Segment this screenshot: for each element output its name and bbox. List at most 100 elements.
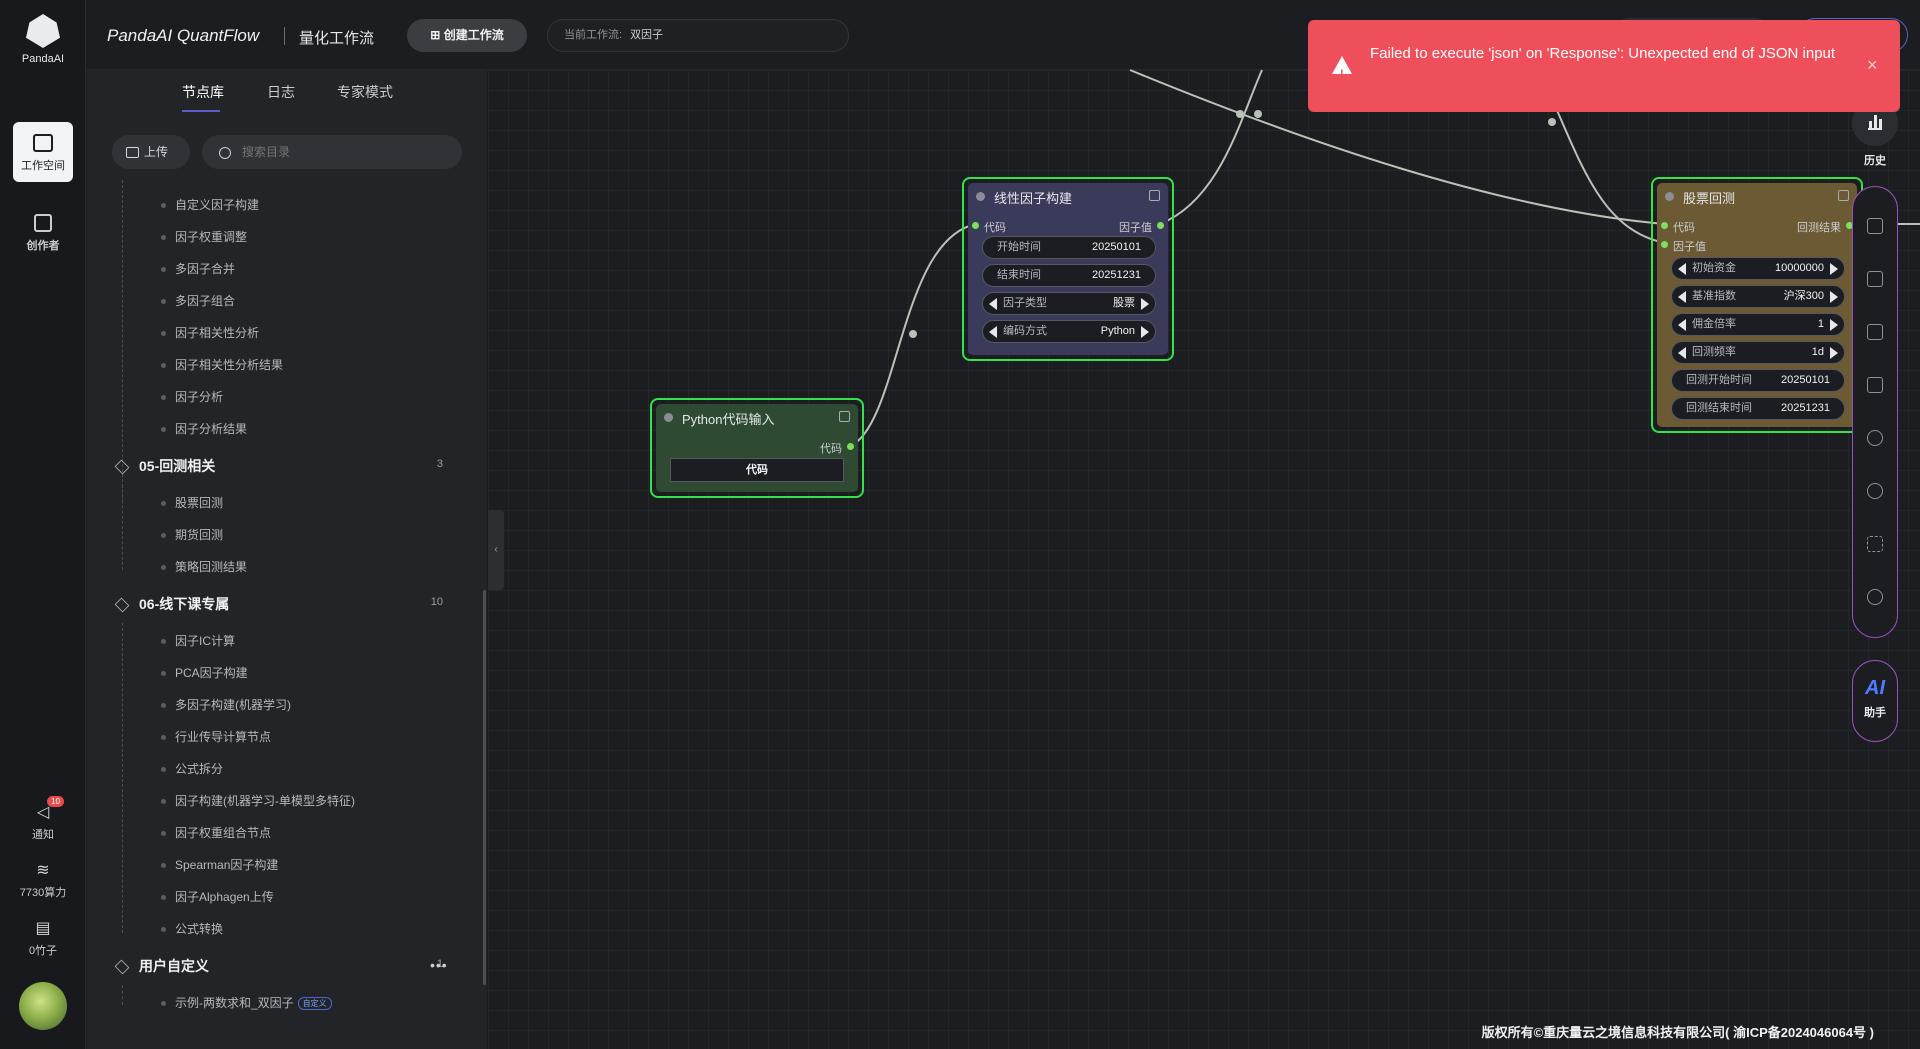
frequency-combo[interactable]: 回测频率 1d [1671, 341, 1845, 364]
tree-guide [122, 485, 123, 570]
logo[interactable]: PandaAI [0, 14, 86, 65]
node-title: 股票回测 [1665, 188, 1735, 207]
node-title: Python代码输入 [664, 409, 774, 428]
input-port[interactable]: 代码 [972, 219, 1006, 235]
zoom-in-icon[interactable] [1867, 430, 1883, 446]
factor-type-combo[interactable]: 因子类型 股票 [982, 292, 1156, 315]
rail-notify[interactable]: ◁ 10 通知 [0, 796, 86, 842]
tab-log[interactable]: 日志 [267, 82, 295, 102]
group-backtest[interactable]: 05-回测相关 3 [114, 456, 455, 476]
tab-underline [182, 110, 220, 112]
tree-item[interactable]: 因子构建(机器学习-单模型多特征) [161, 792, 355, 809]
zoom-out-icon[interactable] [1867, 483, 1883, 499]
tree-item[interactable]: PCA因子构建 [161, 664, 248, 681]
canvas-toolbar [1852, 186, 1898, 638]
avatar[interactable] [19, 982, 67, 1030]
copyright-footer: 版权所有©重庆量云之境信息科技有限公司( 渝ICP备2024046064号 ) [1481, 1025, 1874, 1040]
group-name: 用户自定义 [139, 958, 209, 974]
close-icon[interactable]: × [1867, 53, 1878, 77]
history-label: 历史 [1864, 155, 1886, 167]
tree-item[interactable]: 股票回测 [160, 494, 223, 511]
trash-icon[interactable] [1867, 377, 1883, 393]
backtest-end-field[interactable]: 回测结束时间 20251231 [1671, 397, 1845, 420]
tree-item[interactable]: 策略回测结果 [160, 558, 247, 575]
node-linear-factor[interactable]: 线性因子构建 代码 因子值 开始时间 20250101 结束时间 20251231 … [962, 177, 1174, 361]
tree-item[interactable]: 示例-两数求和_双因子 自定义 [161, 994, 332, 1011]
upload-button[interactable]: 上传 [112, 135, 190, 169]
tree-item[interactable]: 因子权重调整 [160, 228, 247, 245]
search-input[interactable] [202, 135, 462, 169]
rail-workspace-label: 工作空间 [21, 160, 65, 172]
save-icon[interactable] [1867, 218, 1883, 234]
rail-notify-label: 通知 [32, 829, 54, 841]
tree-guide [122, 623, 123, 933]
end-time-field[interactable]: 结束时间 20251231 [982, 264, 1156, 287]
header-subtitle: 量化工作流 [299, 30, 375, 47]
tree-guide [122, 985, 123, 1005]
output-port[interactable]: 回测结果 [1797, 219, 1853, 235]
tree-item[interactable]: 多因子构建(机器学习) [161, 696, 291, 713]
backtest-start-field[interactable]: 回测开始时间 20250101 [1671, 369, 1845, 392]
tree-item[interactable]: 因子权重组合节点 [160, 824, 271, 841]
node-python-input[interactable]: Python代码输入 代码 代码 [650, 398, 864, 498]
benchmark-combo[interactable]: 基准指数 沪深300 [1671, 285, 1845, 308]
tree-item[interactable]: 公式转换 [160, 920, 223, 937]
create-workflow-label: 创建工作流 [443, 28, 504, 42]
start-time-field[interactable]: 开始时间 20250101 [982, 236, 1156, 259]
refresh-icon[interactable] [1867, 589, 1883, 605]
tree-guide [122, 180, 123, 502]
current-workflow-field[interactable]: 当前工作流: 双因子 [547, 19, 849, 52]
tree-item[interactable]: 行业传导计算节点 [160, 728, 271, 745]
tree-item[interactable]: 因子分析结果 [160, 420, 247, 437]
edit-icon[interactable] [1838, 190, 1849, 201]
plus-box-icon: ⊞ [430, 28, 444, 42]
collapse-panel-button[interactable]: ‹ [488, 510, 504, 590]
encoding-combo[interactable]: 编码方式 Python [982, 320, 1156, 343]
tab-expert-mode[interactable]: 专家模式 [337, 82, 393, 102]
tree-item[interactable]: 因子相关性分析 [160, 324, 259, 341]
tree-item[interactable]: 多因子组合 [160, 292, 235, 309]
tree-item[interactable]: 多因子合并 [160, 260, 235, 277]
panel-scrollbar[interactable] [483, 590, 486, 985]
tree-item[interactable]: 因子分析 [160, 388, 223, 405]
ai-text: AI [1865, 677, 1885, 699]
output-port[interactable]: 因子值 [1119, 219, 1164, 235]
tree-item[interactable]: 自定义因子构建 [160, 196, 259, 213]
rail-workspace[interactable]: 工作空间 [13, 122, 73, 182]
node-tree: 自定义因子构建 因子权重调整 多因子合并 多因子组合 因子相关性分析 因子相关性… [87, 180, 487, 1049]
group-name: 06-线下课专属 [139, 596, 230, 612]
node-stock-backtest[interactable]: 股票回测 代码 因子值 回测结果 初始资金 10000000 基准指数 沪深300 … [1651, 177, 1863, 433]
more-options-icon[interactable]: ••• [430, 957, 448, 973]
tree-item[interactable]: 因子Alphagen上传 [161, 888, 274, 905]
layers-icon [114, 459, 130, 475]
export-icon[interactable] [1867, 271, 1883, 287]
edit-icon[interactable] [1149, 190, 1160, 201]
rail-creator[interactable]: 创作者 [13, 202, 73, 262]
edit-icon[interactable] [839, 411, 850, 422]
workspace-icon [33, 134, 53, 152]
left-rail: PandaAI 工作空间 创作者 ◁ 10 通知 ≋ 7730算力 ▤ 0竹子 [0, 0, 86, 1049]
tree-item[interactable]: 期货回测 [160, 526, 223, 543]
input-port[interactable]: 因子值 [1661, 238, 1706, 254]
import-icon[interactable] [1867, 324, 1883, 340]
custom-tag: 自定义 [297, 997, 332, 1011]
initial-capital-field[interactable]: 初始资金 10000000 [1671, 257, 1845, 280]
code-button[interactable]: 代码 [670, 458, 844, 482]
ai-assistant-button[interactable]: AI 助手 [1852, 660, 1898, 742]
group-user-defined[interactable]: 用户自定义 1 [114, 956, 455, 976]
tree-item[interactable]: 因子相关性分析结果 [160, 356, 283, 373]
commission-field[interactable]: 佣金倍率 1 [1671, 313, 1845, 336]
rail-compute[interactable]: ≋ 7730算力 [0, 860, 86, 900]
group-offline-course[interactable]: 06-线下课专属 10 [114, 594, 455, 614]
input-port[interactable]: 代码 [1661, 219, 1695, 235]
tree-item[interactable]: 因子IC计算 [160, 632, 235, 649]
node-library-panel: 节点库 日志 专家模式 上传 自定义因子构建 因子权重调整 多因子合并 多因子组… [87, 70, 487, 1049]
output-port[interactable]: 代码 [820, 440, 854, 456]
tree-item[interactable]: Spearman因子构建 [160, 856, 278, 873]
tab-node-library[interactable]: 节点库 [182, 82, 224, 102]
tree-item[interactable]: 公式拆分 [160, 760, 223, 777]
rail-bamboo[interactable]: ▤ 0竹子 [0, 918, 86, 958]
create-workflow-button[interactable]: ⊞ 创建工作流 [407, 19, 527, 52]
group-count: 10 [430, 596, 443, 608]
move-icon[interactable] [1867, 536, 1883, 552]
